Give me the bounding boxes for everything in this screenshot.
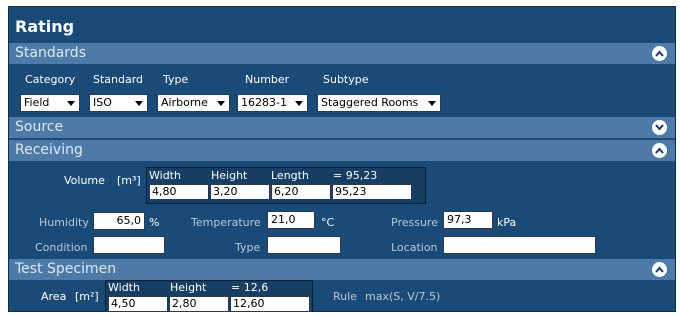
type-field-label: Type	[235, 241, 261, 254]
area-width-input[interactable]: 4,50	[108, 296, 168, 312]
subtype-value: Staggered Rooms	[321, 96, 419, 109]
standards-section-body: Category Standard Type Number Subtype Fi…	[9, 64, 675, 116]
test-specimen-section-header[interactable]: Test Specimen	[9, 259, 675, 280]
humidity-input[interactable]: 65,0	[93, 212, 145, 230]
receiving-section-label: Receiving	[15, 142, 83, 158]
subtype-select[interactable]: Staggered Rooms	[317, 94, 441, 112]
area-width-header: Width	[108, 281, 140, 294]
standard-value: ISO	[93, 96, 112, 109]
category-select[interactable]: Field	[20, 94, 80, 112]
rule-value: max(S, V/7.5)	[365, 290, 441, 303]
receiving-section-header[interactable]: Receiving	[9, 140, 675, 161]
source-section-header[interactable]: Source	[9, 117, 675, 138]
area-label: Area	[41, 290, 67, 303]
volume-label: Volume	[64, 174, 105, 187]
dropdown-arrow-icon	[217, 101, 225, 106]
volume-width-input[interactable]: 4,80	[149, 184, 209, 200]
temperature-input[interactable]: 21,0	[267, 211, 315, 229]
condition-label: Condition	[35, 241, 88, 254]
volume-width-header: Width	[149, 169, 181, 182]
type-label: Type	[163, 73, 189, 86]
test-specimen-section-body: Area [m²] Width Height = 12,6 4,50 2,80 …	[9, 280, 675, 312]
rating-window: Rating Standards Category Standard Type …	[8, 6, 676, 312]
temperature-label: Temperature	[191, 216, 261, 229]
area-result-field: 12,60	[230, 296, 310, 312]
subtype-label: Subtype	[323, 73, 369, 86]
volume-height-input[interactable]: 3,20	[210, 184, 270, 200]
standard-select[interactable]: ISO	[89, 94, 148, 112]
standards-section-label: Standards	[15, 45, 86, 61]
area-height-header: Height	[170, 281, 207, 294]
pressure-label: Pressure	[391, 216, 438, 229]
volume-length-header: Length	[271, 169, 309, 182]
test-specimen-section-label: Test Specimen	[15, 261, 117, 277]
area-panel: Width Height = 12,6 4,50 2,80 12,60	[105, 280, 313, 312]
location-label: Location	[391, 241, 438, 254]
chevron-up-icon[interactable]	[652, 262, 667, 277]
pressure-unit: kPa	[497, 216, 517, 229]
number-value: 16283-1	[241, 96, 287, 109]
humidity-unit: %	[149, 216, 160, 229]
area-height-input[interactable]: 2,80	[169, 296, 229, 312]
volume-panel: Width Height Length = 95,23 4,80 3,20 6,…	[146, 167, 426, 204]
chevron-up-icon[interactable]	[652, 143, 667, 158]
window-title: Rating	[15, 17, 75, 36]
dropdown-arrow-icon	[67, 101, 75, 106]
dropdown-arrow-icon	[428, 101, 436, 106]
number-select[interactable]: 16283-1	[237, 94, 308, 112]
volume-result-header: = 95,23	[333, 169, 378, 182]
category-label: Category	[25, 73, 76, 86]
rule-label: Rule	[333, 290, 357, 303]
dropdown-arrow-icon	[295, 101, 303, 106]
volume-height-header: Height	[211, 169, 248, 182]
area-result-header: = 12,6	[231, 281, 269, 294]
area-unit: [m²]	[75, 290, 99, 303]
source-section-label: Source	[15, 119, 64, 135]
volume-result-field: 95,23	[332, 184, 412, 200]
humidity-label: Humidity	[39, 216, 89, 229]
volume-length-input[interactable]: 6,20	[271, 184, 331, 200]
number-label: Number	[245, 73, 290, 86]
condition-input[interactable]	[93, 236, 165, 254]
type-select[interactable]: Airborne	[157, 94, 230, 112]
volume-unit: [m³]	[117, 174, 141, 187]
chevron-down-icon[interactable]	[652, 120, 667, 135]
chevron-up-icon[interactable]	[652, 46, 667, 61]
location-input[interactable]	[443, 236, 596, 254]
standard-label: Standard	[93, 73, 144, 86]
temperature-unit: °C	[321, 216, 335, 229]
dropdown-arrow-icon	[135, 101, 143, 106]
category-value: Field	[24, 96, 50, 109]
type-value: Airborne	[161, 96, 208, 109]
pressure-input[interactable]: 97,3	[443, 211, 493, 229]
standards-section-header[interactable]: Standards	[9, 43, 675, 64]
receiving-section-body: Volume [m³] Width Height Length = 95,23 …	[9, 161, 675, 259]
type-input[interactable]	[267, 236, 341, 254]
